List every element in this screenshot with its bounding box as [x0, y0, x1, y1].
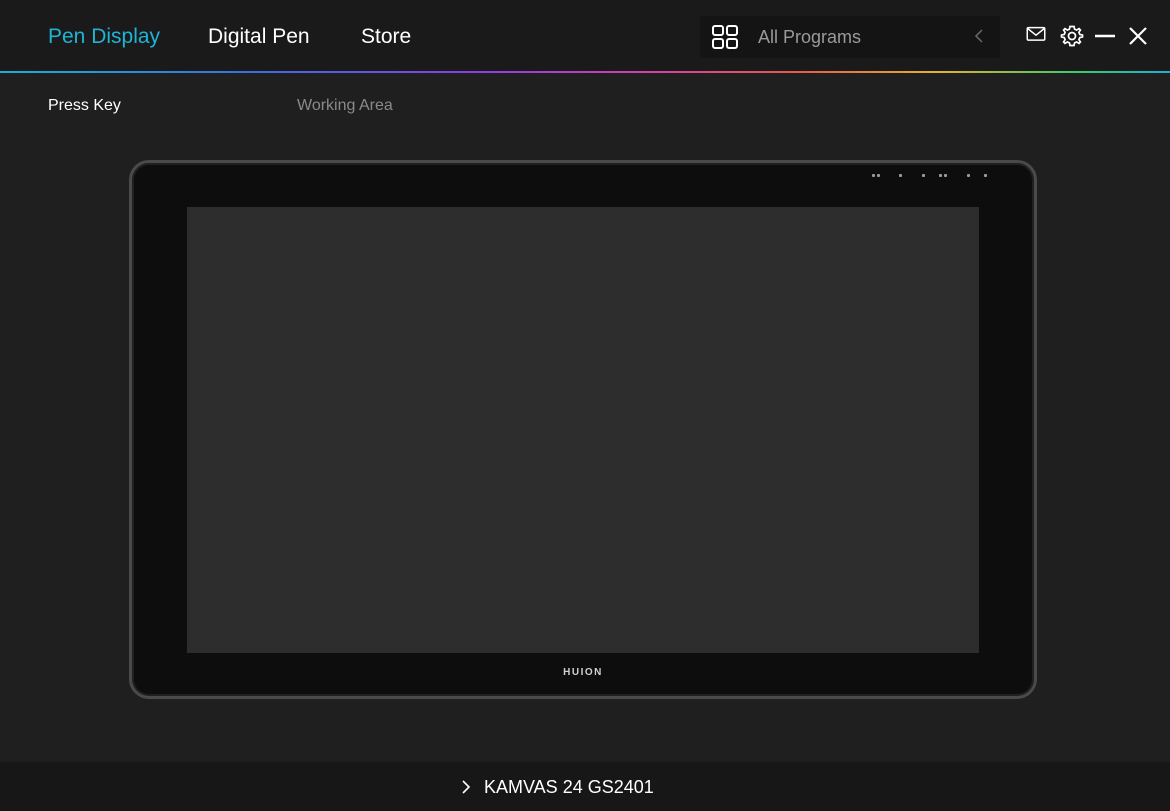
mail-icon[interactable]: [1024, 26, 1048, 46]
device-name-label: KAMVAS 24 GS2401: [484, 777, 654, 797]
subtab-press-key[interactable]: Press Key: [48, 96, 121, 116]
device-indicator-lights: [872, 174, 1002, 180]
device-selector[interactable]: KAMVAS 24 GS2401: [460, 777, 654, 798]
pen-display-device: HUION: [129, 160, 1037, 699]
tab-store[interactable]: Store: [361, 24, 411, 50]
bottom-bar: KAMVAS 24 GS2401: [0, 762, 1170, 811]
device-brand-logo: HUION: [563, 667, 603, 678]
device-screen[interactable]: [187, 207, 979, 653]
gear-icon[interactable]: [1060, 24, 1084, 48]
subtab-working-area[interactable]: Working Area: [297, 96, 393, 116]
chevron-right-icon: [462, 780, 471, 794]
grid-icon: [712, 25, 738, 49]
tab-pen-display[interactable]: Pen Display: [48, 24, 160, 50]
accent-divider: [0, 71, 1170, 73]
program-select[interactable]: All Programs: [700, 16, 1000, 58]
program-select-label: All Programs: [758, 27, 862, 47]
app-window: Pen Display Digital Pen Store All Progra…: [0, 0, 1170, 811]
tab-digital-pen[interactable]: Digital Pen: [208, 24, 310, 50]
close-icon[interactable]: [1126, 24, 1150, 48]
chevron-left-icon: [974, 29, 983, 43]
minimize-icon[interactable]: [1093, 24, 1117, 48]
top-bar: Pen Display Digital Pen Store All Progra…: [0, 0, 1170, 72]
